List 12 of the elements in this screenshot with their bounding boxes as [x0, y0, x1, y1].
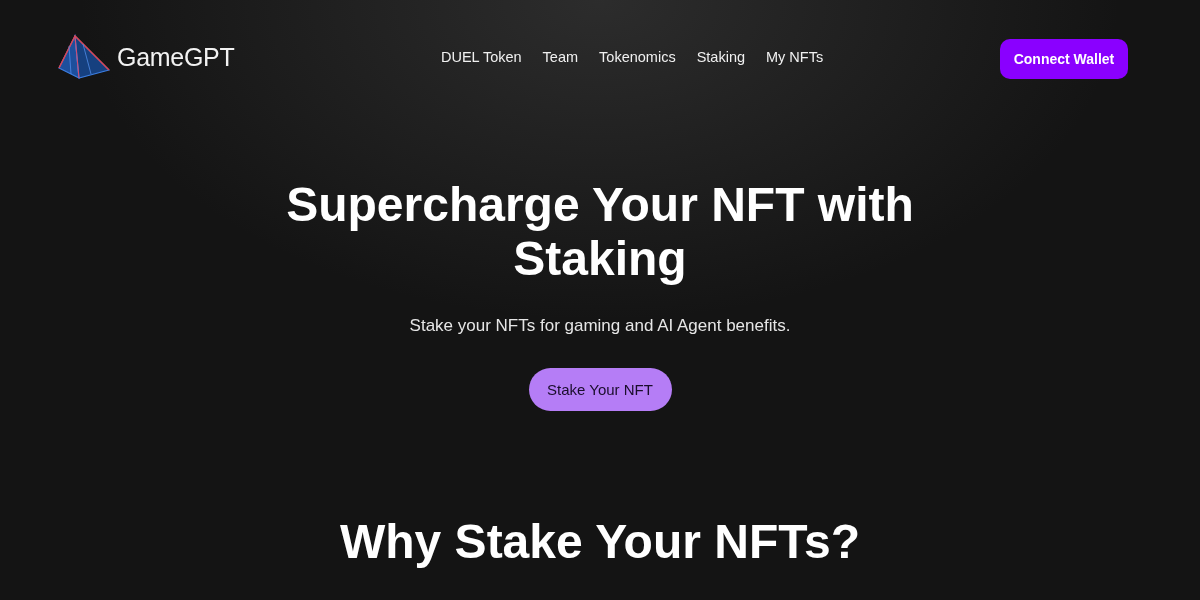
nav-link[interactable]: Staking [696, 49, 745, 65]
stake-nft-button[interactable]: Stake Your NFT [528, 368, 672, 411]
hero-title: Supercharge Your NFT with Staking [285, 178, 915, 286]
nav-link[interactable]: My NFTs [766, 49, 824, 65]
logo-wordmark[interactable]: GameGPT [117, 42, 235, 72]
pyramid-logo-icon[interactable] [57, 34, 111, 80]
nav-link[interactable]: Team [542, 49, 579, 65]
nav-link[interactable]: DUEL Token [441, 49, 522, 65]
hero-subtitle: Stake your NFTs for gaming and AI Agent benefits. [409, 316, 791, 336]
section-heading: Why Stake Your NFTs? [339, 515, 861, 569]
connect-wallet-button[interactable]: Connect Wallet [1000, 38, 1128, 79]
nav-link[interactable]: Tokenomics [599, 49, 676, 65]
